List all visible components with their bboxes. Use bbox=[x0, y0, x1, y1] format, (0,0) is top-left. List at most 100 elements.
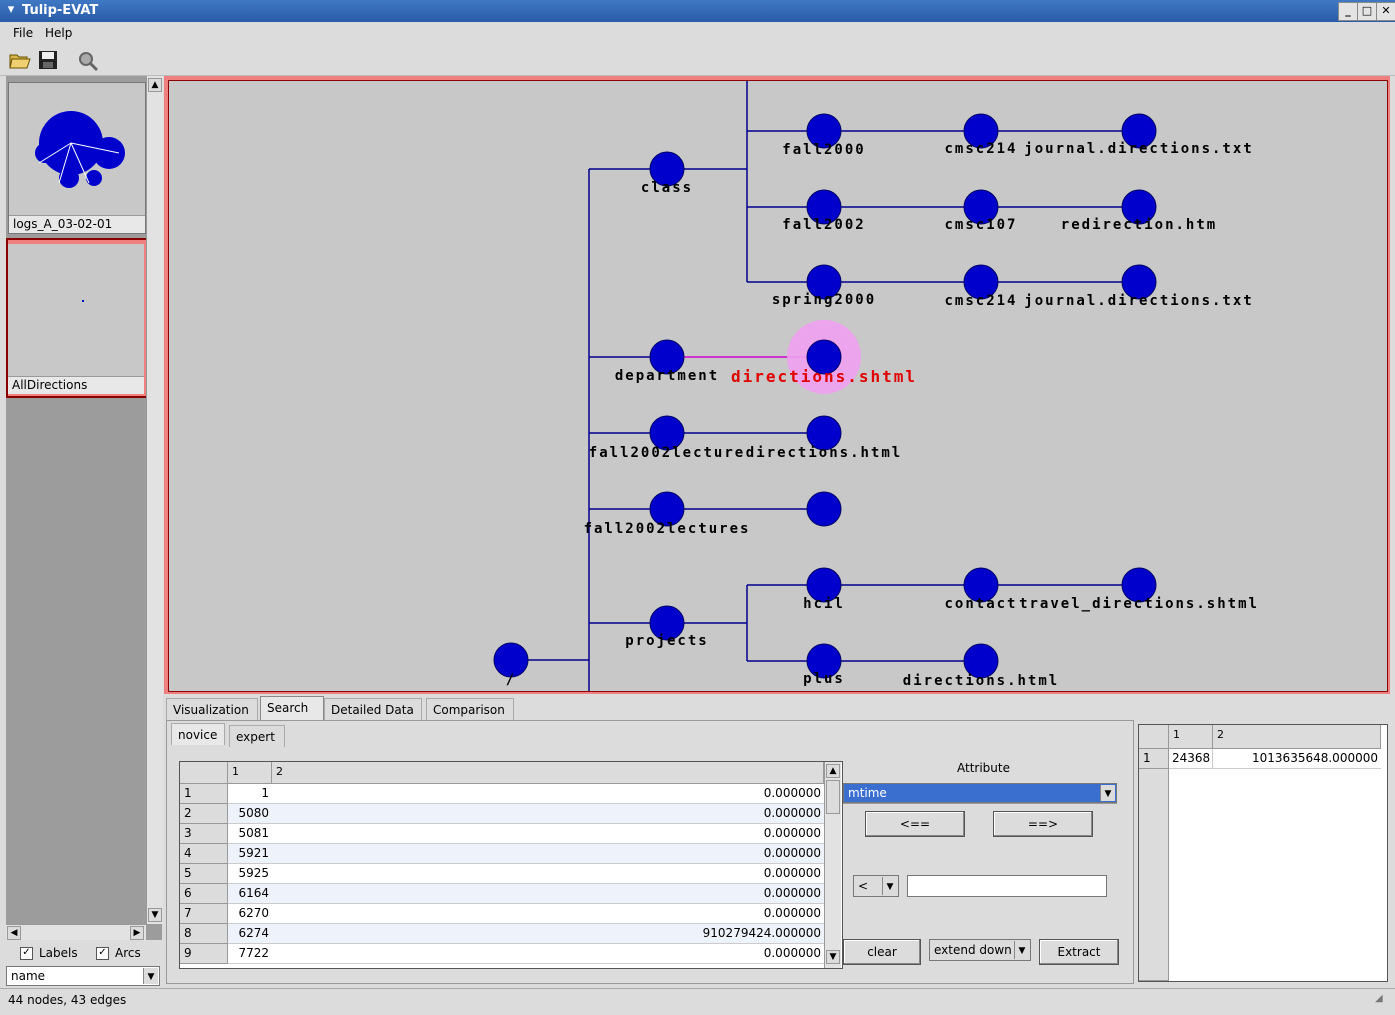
label-cmsc214b: cmsc214 bbox=[944, 293, 1017, 309]
table-cell[interactable]: 0.000000 bbox=[272, 804, 824, 824]
row-header[interactable]: 1 bbox=[1139, 749, 1169, 769]
table-cell[interactable]: 24368 bbox=[1169, 749, 1213, 769]
move-right-button[interactable]: ==> bbox=[993, 811, 1093, 837]
scroll-down-arrow-icon[interactable]: ▼ bbox=[826, 950, 840, 964]
table-cell[interactable]: 0.000000 bbox=[272, 844, 824, 864]
label-cmsc107: cmsc107 bbox=[944, 217, 1017, 233]
table-cell[interactable]: 6270 bbox=[228, 904, 272, 924]
results-scrollbar[interactable]: ▲ ▼ bbox=[824, 762, 841, 968]
check-icon[interactable]: ✓ bbox=[20, 947, 33, 960]
graph-thumbnail-alldirections[interactable]: AllDirections bbox=[8, 244, 144, 394]
row-header[interactable]: 8 bbox=[180, 924, 228, 944]
extend-select[interactable]: extend down ▼ bbox=[929, 939, 1031, 961]
magnifier-icon[interactable] bbox=[76, 50, 100, 72]
table-cell[interactable]: 0.000000 bbox=[272, 904, 824, 924]
row-header[interactable]: 5 bbox=[180, 864, 228, 884]
table-cell[interactable]: 1013635648.000000 bbox=[1213, 749, 1381, 769]
chevron-down-icon[interactable]: ▼ bbox=[1014, 941, 1029, 959]
extracted-table[interactable]: 1 2 1 24368 1013635648.000000 bbox=[1138, 724, 1388, 982]
search-results-table[interactable]: 1 2 1 1 0.000000 2 5080 0.000000 3 5081 0.000000… bbox=[179, 761, 843, 969]
menu-help[interactable]: Help bbox=[45, 26, 72, 40]
value-input[interactable] bbox=[907, 875, 1107, 897]
table-cell[interactable]: 5925 bbox=[228, 864, 272, 884]
open-folder-icon[interactable] bbox=[8, 50, 32, 72]
tab-comparison[interactable]: Comparison bbox=[426, 698, 514, 720]
column-header[interactable]: 1 bbox=[1169, 725, 1213, 749]
move-left-button[interactable]: <== bbox=[865, 811, 965, 837]
close-button[interactable]: ✕ bbox=[1376, 2, 1395, 21]
scroll-right-arrow-icon[interactable]: ▶ bbox=[130, 926, 144, 940]
label-department: department bbox=[615, 368, 719, 384]
graph-view-frame: / class fall2000 cmsc214 journal.directi… bbox=[164, 76, 1390, 694]
table-cell[interactable]: 6164 bbox=[228, 884, 272, 904]
graph-thumbnail-logs[interactable]: logs_A_03-02-01 bbox=[8, 82, 146, 234]
scroll-up-arrow-icon[interactable]: ▲ bbox=[148, 78, 162, 92]
label-class: class bbox=[641, 180, 693, 196]
label-plus: plus bbox=[803, 671, 845, 687]
table-cell[interactable]: 0.000000 bbox=[272, 824, 824, 844]
row-header[interactable]: 7 bbox=[180, 904, 228, 924]
tab-search[interactable]: Search bbox=[260, 696, 324, 720]
table-cell[interactable]: 910279424.000000 bbox=[272, 924, 824, 944]
display-options: ✓ Labels ✓ Arcs name ▼ bbox=[0, 940, 162, 988]
chevron-down-icon[interactable]: ▼ bbox=[1100, 785, 1115, 801]
row-header[interactable]: 3 bbox=[180, 824, 228, 844]
tab-visualization[interactable]: Visualization bbox=[166, 698, 258, 720]
graph-canvas[interactable]: / class fall2000 cmsc214 journal.directi… bbox=[168, 80, 1388, 692]
floppy-save-icon[interactable] bbox=[36, 50, 60, 72]
table-cell[interactable]: 1 bbox=[228, 784, 272, 804]
table-cell[interactable]: 0.000000 bbox=[272, 864, 824, 884]
tab-expert[interactable]: expert bbox=[229, 725, 285, 747]
scroll-up-arrow-icon[interactable]: ▲ bbox=[826, 764, 840, 778]
extract-button[interactable]: Extract bbox=[1039, 939, 1119, 965]
menu-file[interactable]: File bbox=[13, 26, 33, 40]
row-header[interactable]: 6 bbox=[180, 884, 228, 904]
thumbnail-hscrollbar[interactable]: ◀ ▶ bbox=[6, 924, 146, 941]
menu-bar: File Help bbox=[0, 22, 1395, 46]
labels-checkbox[interactable]: ✓ Labels bbox=[20, 946, 78, 960]
row-header[interactable]: 1 bbox=[180, 784, 228, 804]
scroll-thumb[interactable] bbox=[826, 780, 840, 814]
table-cell[interactable]: 0.000000 bbox=[272, 884, 824, 904]
label-projects: projects bbox=[625, 633, 708, 649]
table-cell[interactable]: 5081 bbox=[228, 824, 272, 844]
scroll-left-arrow-icon[interactable]: ◀ bbox=[7, 926, 21, 940]
table-cell[interactable]: 5080 bbox=[228, 804, 272, 824]
status-bar: 44 nodes, 43 edges ◢ bbox=[0, 988, 1395, 1015]
table-cell[interactable]: 5921 bbox=[228, 844, 272, 864]
window-menu-icon[interactable]: ▾ bbox=[3, 2, 19, 18]
thumbnail-scrollbar[interactable]: ▲ ▼ bbox=[146, 76, 163, 924]
attribute-select[interactable]: mtime ▼ bbox=[843, 783, 1117, 803]
tab-novice[interactable]: novice bbox=[171, 723, 225, 745]
row-header[interactable]: 4 bbox=[180, 844, 228, 864]
table-corner bbox=[180, 762, 228, 784]
table-cell[interactable]: 7722 bbox=[228, 944, 272, 964]
table-cell[interactable]: 0.000000 bbox=[272, 784, 824, 804]
table-cell[interactable]: 0.000000 bbox=[272, 944, 824, 964]
table-cell[interactable]: 6274 bbox=[228, 924, 272, 944]
chevron-down-icon[interactable]: ▼ bbox=[143, 968, 158, 984]
column-header[interactable]: 2 bbox=[272, 762, 824, 784]
column-header[interactable]: 2 bbox=[1213, 725, 1381, 749]
resize-grip-icon[interactable]: ◢ bbox=[1375, 993, 1389, 1009]
thumbnail-label: logs_A_03-02-01 bbox=[9, 215, 145, 233]
graph-nodes[interactable] bbox=[493, 113, 1157, 679]
label-property-select[interactable]: name ▼ bbox=[6, 966, 160, 986]
chevron-down-icon[interactable]: ▼ bbox=[882, 877, 897, 895]
check-icon[interactable]: ✓ bbox=[96, 947, 109, 960]
operator-select[interactable]: < ▼ bbox=[853, 875, 899, 897]
label-fall2002lectures: fall2002lectures bbox=[584, 521, 751, 537]
row-header[interactable]: 2 bbox=[180, 804, 228, 824]
tree-graph[interactable]: / class fall2000 cmsc214 journal.directi… bbox=[169, 81, 1387, 691]
arcs-checkbox[interactable]: ✓ Arcs bbox=[96, 946, 141, 960]
label-directions-html1: directions.html bbox=[746, 445, 902, 461]
minimize-button[interactable]: _ bbox=[1338, 2, 1358, 21]
maximize-button[interactable]: □ bbox=[1357, 2, 1377, 21]
scroll-down-arrow-icon[interactable]: ▼ bbox=[148, 908, 162, 922]
graph-labels: / class fall2000 cmsc214 journal.directi… bbox=[506, 141, 1257, 689]
row-header[interactable]: 9 bbox=[180, 944, 228, 964]
label-fall2002: fall2002 bbox=[782, 217, 865, 233]
column-header[interactable]: 1 bbox=[228, 762, 272, 784]
clear-button[interactable]: clear bbox=[843, 939, 921, 965]
tab-detailed-data[interactable]: Detailed Data bbox=[324, 698, 422, 720]
